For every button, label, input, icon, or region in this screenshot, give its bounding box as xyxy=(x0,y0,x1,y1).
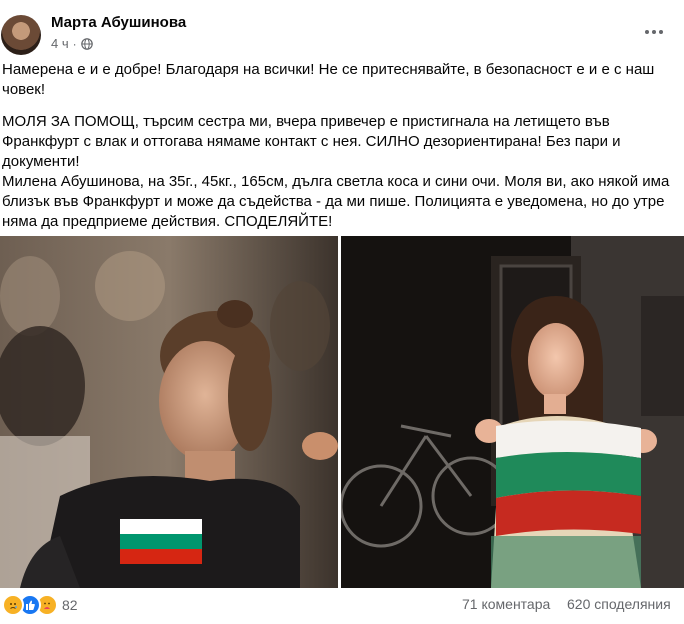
text-line: близък във Франкфурт и може да съдейства… xyxy=(2,193,665,210)
text-line: Милена Абушинова, на 35г., 45кг., 165см,… xyxy=(2,173,670,190)
globe-icon[interactable] xyxy=(80,37,93,50)
post-update-paragraph: Намерена е и е добре! Благодаря на всичк… xyxy=(2,60,674,100)
text-line: документи! xyxy=(2,153,80,170)
meta-separator: · xyxy=(72,36,77,51)
post-plea-paragraph: МОЛЯ ЗА ПОМОЩ, търсим сестра ми, вчера п… xyxy=(2,112,674,232)
reactions-summary[interactable]: 82 xyxy=(2,594,78,616)
reactions-count: 82 xyxy=(62,597,78,613)
author-name[interactable]: Марта Абушинова xyxy=(51,14,186,31)
photo-right[interactable] xyxy=(341,236,684,588)
post-meta: 4 ч · xyxy=(51,36,93,51)
more-horizontal-icon[interactable] xyxy=(644,24,664,40)
post-text: Намерена е и е добре! Благодаря на всичк… xyxy=(2,60,674,236)
bulgarian-flag xyxy=(496,420,641,536)
bulgarian-flag-patch xyxy=(120,519,202,564)
sad-reaction-icon xyxy=(2,594,24,616)
text-line: Намерена е и е добре! Благодаря на всичк… xyxy=(2,61,655,78)
photo-left[interactable] xyxy=(0,236,338,588)
post-footer: 82 71 коментара 620 споделяния xyxy=(0,590,684,620)
comments-count-link[interactable]: 71 коментара xyxy=(462,596,550,612)
text-line: Франкфурт с влак и оттогава нямаме конта… xyxy=(2,133,621,150)
text-line: няма да предприеме действия. СПОДЕЛЯЙТЕ! xyxy=(2,213,333,230)
text-line: МОЛЯ ЗА ПОМОЩ, търсим сестра ми, вчера п… xyxy=(2,113,610,130)
post-time[interactable]: 4 ч xyxy=(51,36,69,51)
text-line: човек! xyxy=(2,81,46,98)
shares-count-link[interactable]: 620 споделяния xyxy=(567,596,671,612)
author-avatar[interactable] xyxy=(1,15,41,55)
facebook-post: Марта Абушинова 4 ч · Намерена е и е доб… xyxy=(0,0,684,624)
